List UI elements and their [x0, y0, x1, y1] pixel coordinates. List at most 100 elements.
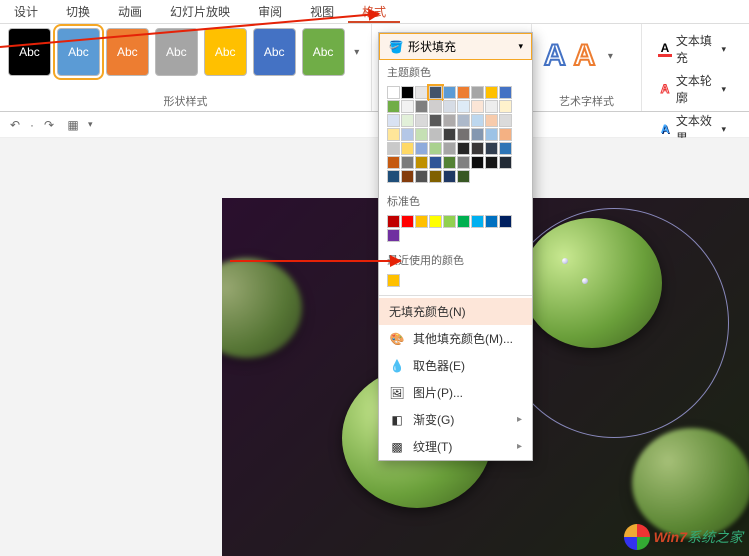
theme-color-swatch[interactable]: [429, 114, 442, 127]
theme-color-swatch[interactable]: [499, 86, 512, 99]
undo-button[interactable]: ↶: [6, 116, 24, 134]
standard-color-swatch[interactable]: [387, 229, 400, 242]
theme-color-swatch[interactable]: [401, 142, 414, 155]
recent-color-swatch[interactable]: [387, 274, 400, 287]
theme-color-swatch[interactable]: [443, 114, 456, 127]
theme-color-swatch[interactable]: [443, 142, 456, 155]
theme-color-swatch[interactable]: [457, 170, 470, 183]
dropdown-arrow-icon[interactable]: ▾: [88, 119, 93, 130]
shape-style-3[interactable]: Abc: [106, 28, 149, 76]
theme-color-swatch[interactable]: [387, 156, 400, 169]
theme-color-swatch[interactable]: [415, 100, 428, 113]
standard-color-swatch[interactable]: [485, 215, 498, 228]
shape-style-7[interactable]: Abc: [302, 28, 345, 76]
standard-color-swatch[interactable]: [443, 215, 456, 228]
theme-color-swatch[interactable]: [457, 100, 470, 113]
shape-style-6[interactable]: Abc: [253, 28, 296, 76]
text-fill-button[interactable]: A文本填充▾: [652, 30, 732, 68]
theme-color-swatch[interactable]: [499, 142, 512, 155]
theme-color-swatch[interactable]: [415, 142, 428, 155]
theme-color-swatch[interactable]: [457, 142, 470, 155]
theme-color-swatch[interactable]: [457, 114, 470, 127]
theme-color-swatch[interactable]: [387, 170, 400, 183]
theme-color-swatch[interactable]: [401, 156, 414, 169]
theme-color-swatch[interactable]: [415, 170, 428, 183]
tab-transition[interactable]: 切换: [52, 0, 104, 23]
more-colors-item[interactable]: 🎨 其他填充颜色(M)...: [379, 325, 532, 352]
standard-color-swatch[interactable]: [415, 215, 428, 228]
standard-color-swatch[interactable]: [387, 215, 400, 228]
theme-color-swatch[interactable]: [471, 142, 484, 155]
standard-color-swatch[interactable]: [499, 215, 512, 228]
theme-color-swatch[interactable]: [429, 86, 442, 99]
theme-color-swatch[interactable]: [499, 114, 512, 127]
tab-design[interactable]: 设计: [0, 0, 52, 23]
tab-slideshow[interactable]: 幻灯片放映: [156, 0, 244, 23]
picture-fill-item[interactable]: 🖼 图片(P)...: [379, 379, 532, 406]
theme-color-swatch[interactable]: [471, 114, 484, 127]
theme-color-swatch[interactable]: [415, 114, 428, 127]
shape-fill-button[interactable]: 🪣 形状填充 ▾: [379, 33, 532, 60]
theme-color-swatch[interactable]: [401, 128, 414, 141]
theme-color-swatch[interactable]: [387, 142, 400, 155]
theme-color-swatch[interactable]: [471, 156, 484, 169]
theme-color-swatch[interactable]: [443, 170, 456, 183]
theme-color-swatch[interactable]: [415, 156, 428, 169]
theme-color-swatch[interactable]: [471, 128, 484, 141]
tab-review[interactable]: 审阅: [244, 0, 296, 23]
theme-color-swatch[interactable]: [387, 128, 400, 141]
standard-color-swatch[interactable]: [401, 215, 414, 228]
theme-color-swatch[interactable]: [443, 128, 456, 141]
theme-color-swatch[interactable]: [457, 156, 470, 169]
no-fill-item[interactable]: 无填充颜色(N): [379, 298, 532, 325]
theme-color-swatch[interactable]: [499, 128, 512, 141]
theme-color-swatch[interactable]: [401, 114, 414, 127]
gradient-fill-item[interactable]: ◧ 渐变(G) ▸: [379, 406, 532, 433]
wordart-style-2[interactable]: A: [574, 39, 596, 73]
theme-color-swatch[interactable]: [499, 156, 512, 169]
text-outline-button[interactable]: A文本轮廓▾: [652, 70, 732, 108]
theme-color-swatch[interactable]: [429, 170, 442, 183]
theme-color-swatch[interactable]: [429, 156, 442, 169]
theme-color-swatch[interactable]: [485, 100, 498, 113]
shape-style-2[interactable]: Abc: [57, 28, 100, 76]
theme-color-swatch[interactable]: [415, 128, 428, 141]
theme-color-swatch[interactable]: [401, 86, 414, 99]
theme-color-swatch[interactable]: [485, 142, 498, 155]
theme-color-swatch[interactable]: [443, 156, 456, 169]
wordart-style-1[interactable]: A: [544, 39, 566, 73]
theme-color-swatch[interactable]: [429, 128, 442, 141]
theme-color-swatch[interactable]: [429, 142, 442, 155]
theme-color-swatch[interactable]: [387, 86, 400, 99]
theme-color-swatch[interactable]: [485, 86, 498, 99]
theme-color-swatch[interactable]: [429, 100, 442, 113]
shape-style-4[interactable]: Abc: [155, 28, 198, 76]
standard-color-swatch[interactable]: [471, 215, 484, 228]
theme-color-swatch[interactable]: [499, 100, 512, 113]
slide-canvas[interactable]: [0, 138, 749, 556]
theme-color-swatch[interactable]: [387, 114, 400, 127]
theme-color-swatch[interactable]: [401, 170, 414, 183]
theme-color-swatch[interactable]: [471, 100, 484, 113]
standard-color-swatch[interactable]: [429, 215, 442, 228]
wordart-more[interactable]: ▾: [603, 32, 617, 80]
theme-color-swatch[interactable]: [485, 128, 498, 141]
eyedropper-item[interactable]: 💧 取色器(E): [379, 352, 532, 379]
redo-button[interactable]: ↷: [40, 116, 58, 134]
theme-color-swatch[interactable]: [401, 100, 414, 113]
tab-format[interactable]: 格式: [348, 0, 400, 23]
theme-color-swatch[interactable]: [387, 100, 400, 113]
theme-color-swatch[interactable]: [443, 86, 456, 99]
theme-color-swatch[interactable]: [457, 128, 470, 141]
texture-fill-item[interactable]: ▩ 纹理(T) ▸: [379, 433, 532, 460]
standard-color-swatch[interactable]: [457, 215, 470, 228]
theme-color-swatch[interactable]: [485, 156, 498, 169]
shape-style-1[interactable]: Abc: [8, 28, 51, 76]
theme-color-swatch[interactable]: [457, 86, 470, 99]
theme-color-swatch[interactable]: [471, 86, 484, 99]
shape-style-5[interactable]: Abc: [204, 28, 247, 76]
tab-view[interactable]: 视图: [296, 0, 348, 23]
theme-color-swatch[interactable]: [415, 86, 428, 99]
layout-button[interactable]: ▦: [64, 116, 82, 134]
shape-style-more[interactable]: ▾: [351, 28, 363, 76]
